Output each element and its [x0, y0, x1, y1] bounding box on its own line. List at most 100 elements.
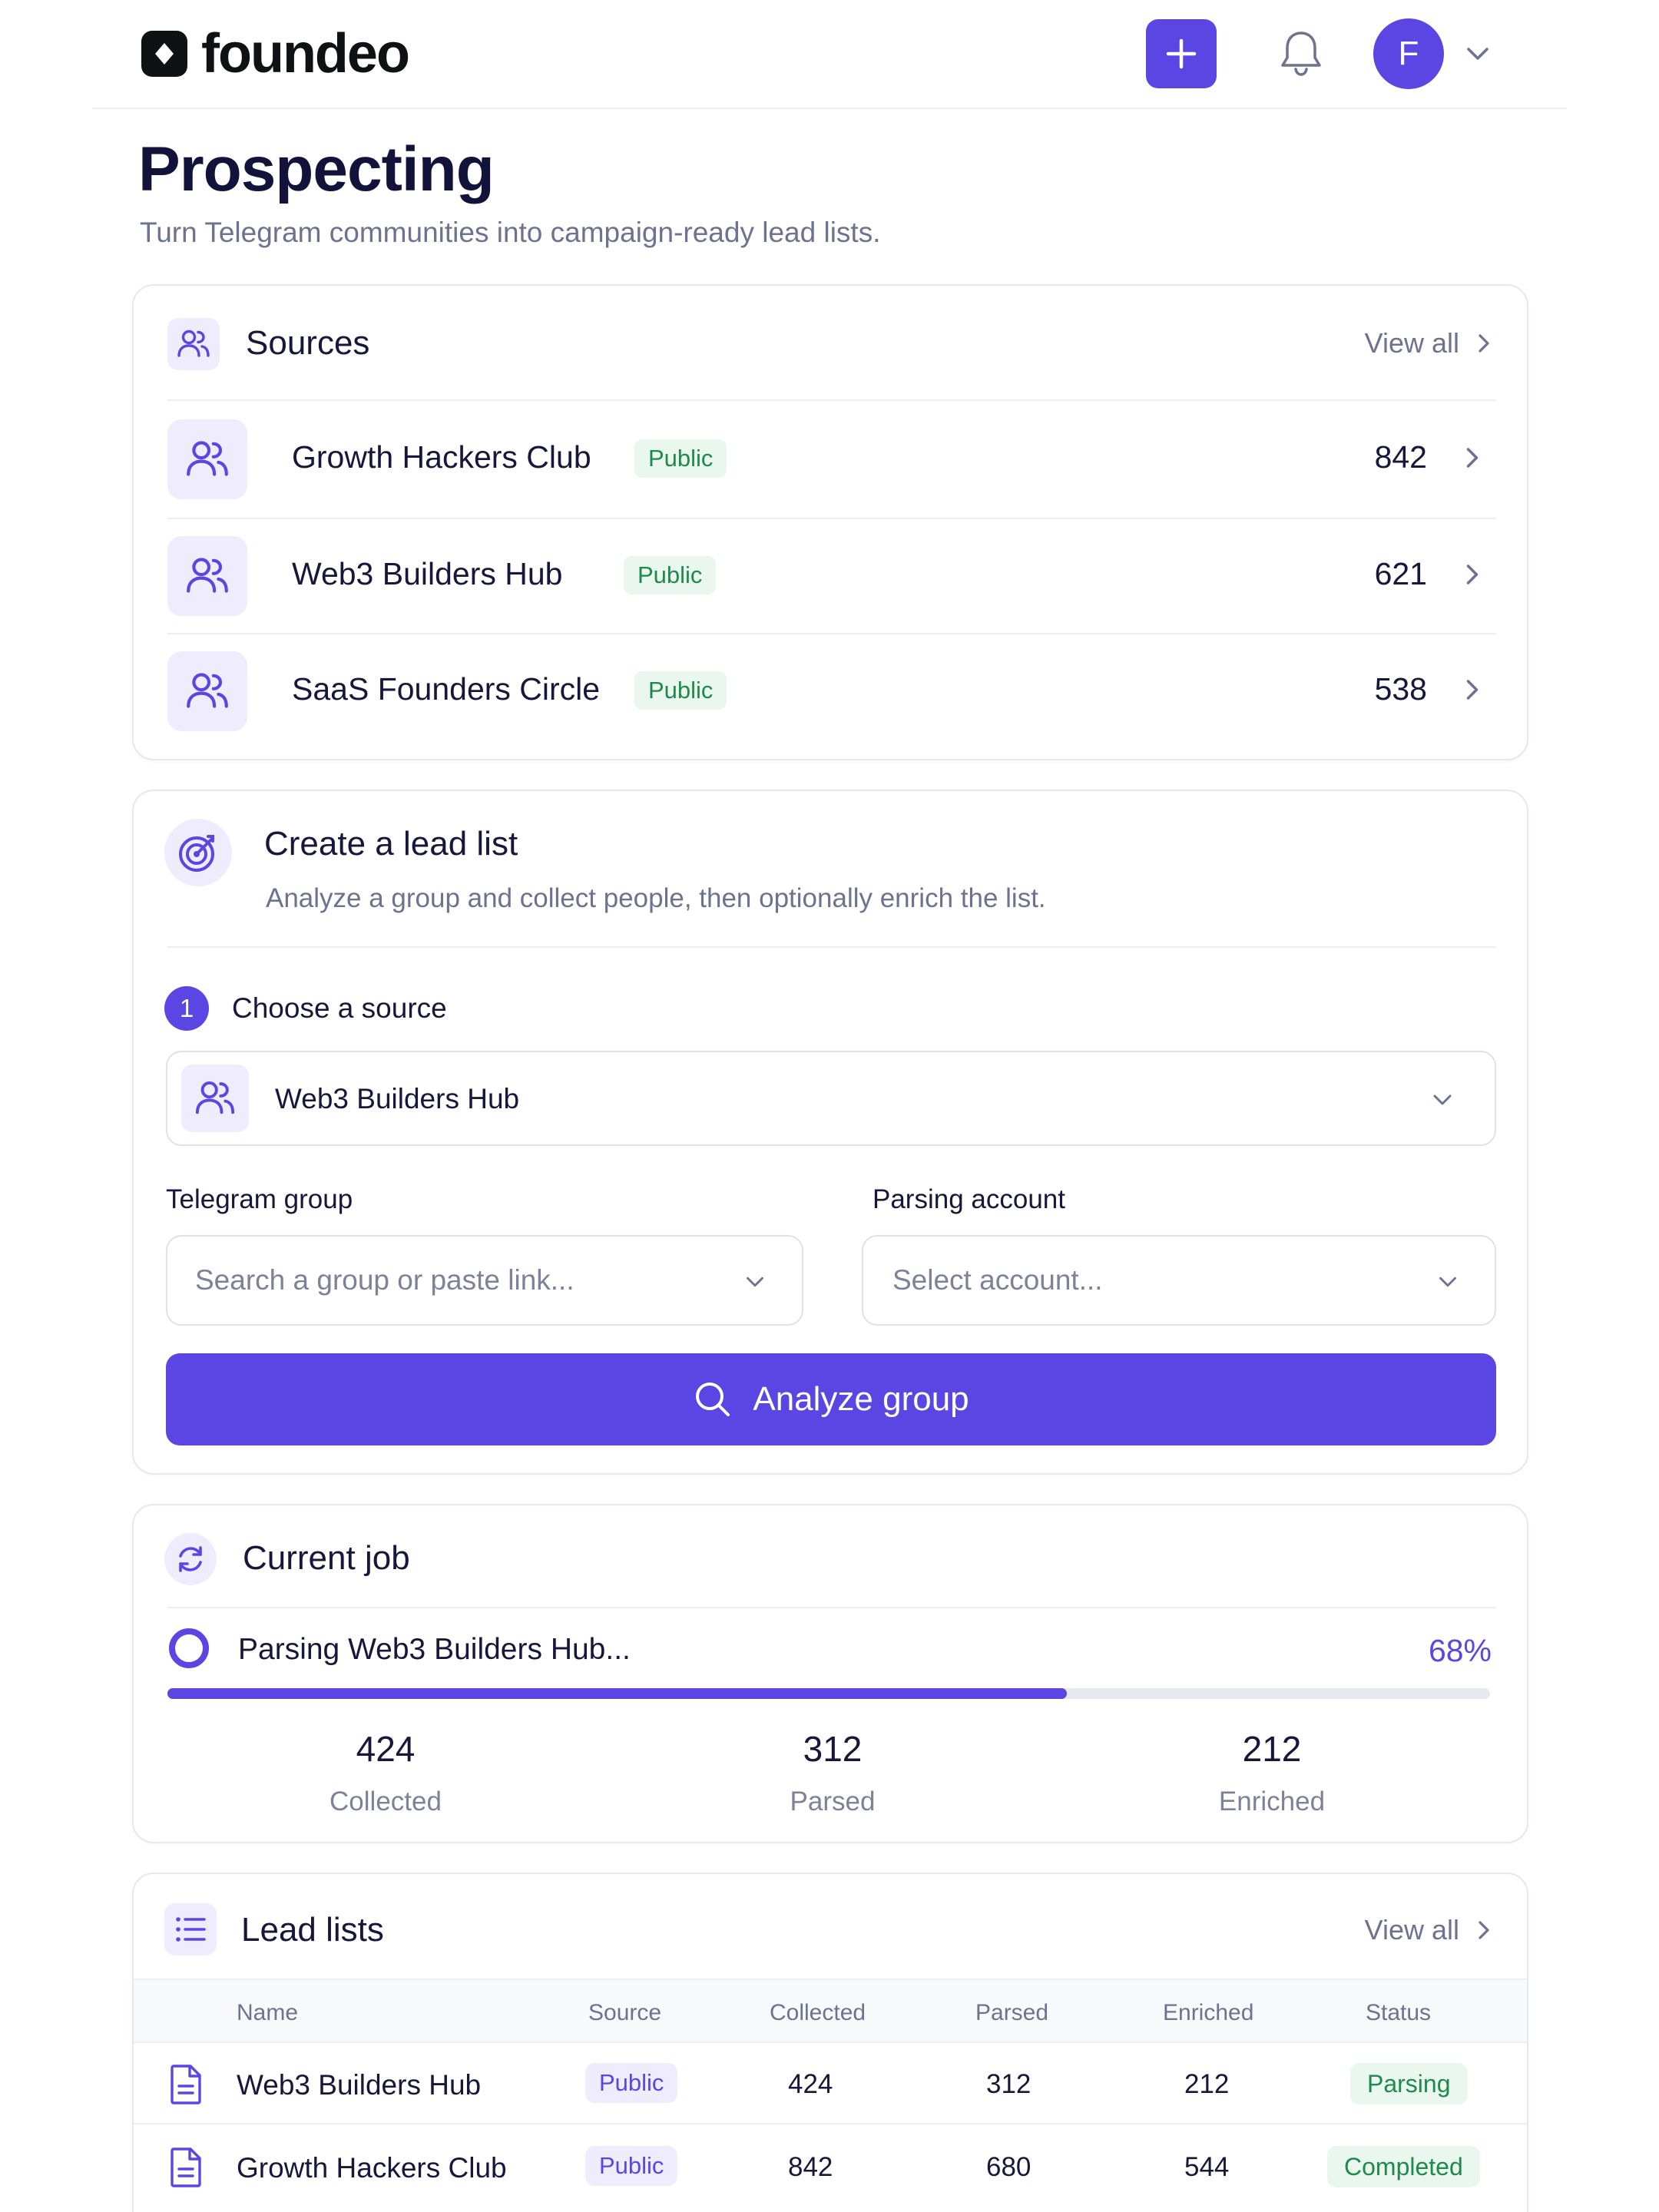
bell-icon [1281, 31, 1321, 76]
top-bar: foundeo F [92, 0, 1567, 109]
enriched-count: 544 [1184, 2152, 1230, 2182]
parsed-count: 680 [986, 2152, 1031, 2182]
job-progress-bar [167, 1688, 1490, 1699]
source-icon-tile [167, 536, 247, 616]
enriched-count: 212 [1184, 2069, 1230, 2099]
collected-count: 842 [788, 2152, 833, 2182]
divider [167, 946, 1496, 948]
source-row[interactable]: SaaS Founders Circle Public 538 [167, 633, 1496, 748]
list-icon-tile [164, 1903, 217, 1955]
view-all-label: View all [1364, 327, 1459, 359]
visibility-badge: Public [634, 671, 727, 710]
column-header-parsed[interactable]: Parsed [975, 2000, 1048, 2026]
target-icon [179, 835, 214, 872]
stat-parsed: 312 Parsed [679, 1728, 986, 1817]
table-row[interactable]: Web3 Builders Hub Public 424 312 212 Par… [134, 2043, 1527, 2124]
source-select[interactable]: Web3 Builders Hub [166, 1051, 1496, 1146]
chevron-right-icon [1466, 680, 1479, 700]
table-header: Name Source Collected Parsed Enriched St… [134, 1979, 1527, 2043]
source-member-count: 538 [1374, 671, 1427, 707]
source-name: Growth Hackers Club [292, 439, 591, 475]
column-header-collected[interactable]: Collected [770, 2000, 866, 2026]
refresh-icon [179, 1546, 202, 1572]
source-icon-tile [167, 419, 247, 499]
lead-lists-view-all-link[interactable]: View all [1365, 1914, 1492, 1946]
job-progress-percent: 68% [1428, 1633, 1492, 1668]
column-header-name[interactable]: Name [237, 2000, 298, 2026]
document-icon [171, 2065, 201, 2104]
step-label: Choose a source [232, 992, 447, 1024]
chevron-right-icon [1479, 1921, 1489, 1939]
analyze-group-label: Analyze group [753, 1380, 969, 1418]
visibility-badge: Public [624, 556, 717, 594]
source-badge: Public [585, 2063, 678, 2103]
source-row[interactable]: Growth Hackers Club Public 842 [167, 401, 1496, 516]
sources-card: Sources View all Growth Hackers Club Pub… [132, 284, 1528, 760]
document-icon [171, 2147, 201, 2187]
chevron-right-icon [1466, 448, 1479, 468]
column-header-enriched[interactable]: Enriched [1163, 2000, 1253, 2026]
sources-header-icon-tile [167, 318, 220, 370]
current-job-title: Current job [243, 1539, 410, 1577]
refresh-icon-tile [164, 1533, 217, 1585]
chevron-down-icon [1439, 1277, 1456, 1287]
logo-mark-icon [141, 31, 187, 77]
lead-list-name: Growth Hackers Club [237, 2152, 507, 2184]
page-subtitle: Turn Telegram communities into campaign-… [140, 217, 881, 248]
column-header-status[interactable]: Status [1366, 2000, 1431, 2026]
source-member-count: 842 [1374, 439, 1427, 475]
column-header-source[interactable]: Source [588, 2000, 661, 2026]
stat-enriched: 212 Enriched [1118, 1728, 1426, 1817]
brand-name: foundeo [201, 23, 410, 84]
parsing-account-placeholder: Select account... [892, 1264, 1103, 1296]
collected-count: 424 [788, 2069, 833, 2099]
source-name: SaaS Founders Circle [292, 671, 601, 707]
telegram-group-placeholder: Search a group or paste link... [195, 1264, 575, 1296]
users-icon [195, 1081, 235, 1114]
visibility-badge: Public [634, 439, 727, 478]
job-progress-fill [167, 1688, 1067, 1699]
stat-value: 212 [1242, 1729, 1302, 1769]
source-member-count: 621 [1374, 556, 1427, 591]
stat-label: Parsed [790, 1786, 876, 1816]
search-icon [696, 1382, 730, 1416]
logo[interactable]: foundeo [140, 23, 410, 84]
chevron-right-icon [1466, 565, 1479, 584]
current-job-card: Current job Parsing Web3 Builders Hub...… [132, 1504, 1528, 1843]
notifications-button[interactable] [1272, 25, 1330, 83]
stat-value: 312 [803, 1729, 863, 1769]
page-title: Prospecting [138, 134, 495, 204]
stat-label: Collected [329, 1786, 442, 1816]
add-button[interactable] [1146, 19, 1217, 88]
target-icon-tile [164, 819, 232, 886]
status-badge: Parsing [1350, 2063, 1468, 2104]
user-avatar[interactable]: F [1373, 18, 1444, 89]
create-subtitle: Analyze a group and collect people, then… [266, 883, 1046, 913]
users-icon [177, 329, 210, 357]
lead-lists-card: Lead lists View all Name Source Collecte… [132, 1873, 1528, 2212]
create-title: Create a lead list [264, 825, 518, 863]
divider [167, 1607, 1496, 1608]
parsing-account-select[interactable]: Select account... [862, 1235, 1496, 1326]
users-icon [187, 441, 228, 476]
analyze-group-button[interactable]: Analyze group [166, 1353, 1496, 1445]
chevron-down-icon[interactable] [1459, 35, 1496, 72]
source-badge: Public [585, 2146, 678, 2186]
list-icon [176, 1917, 206, 1942]
chevron-down-icon [747, 1277, 763, 1287]
table-row[interactable]: Growth Hackers Club Public 842 680 544 C… [134, 2126, 1527, 2207]
stat-value: 424 [356, 1729, 416, 1769]
parsed-count: 312 [986, 2069, 1031, 2099]
source-name: Web3 Builders Hub [292, 556, 563, 591]
telegram-group-select[interactable]: Search a group or paste link... [166, 1235, 803, 1326]
lead-lists-title: Lead lists [241, 1911, 384, 1949]
sources-view-all-link[interactable]: View all [1365, 327, 1492, 359]
parsing-account-label: Parsing account [873, 1184, 1065, 1214]
chevron-right-icon [1479, 334, 1489, 353]
stat-label: Enriched [1218, 1786, 1326, 1816]
users-icon [187, 558, 228, 593]
job-status-text: Parsing Web3 Builders Hub... [238, 1633, 631, 1666]
source-row[interactable]: Web3 Builders Hub Public 621 [167, 518, 1496, 633]
sources-title: Sources [246, 324, 370, 362]
spinner-icon [169, 1628, 209, 1668]
